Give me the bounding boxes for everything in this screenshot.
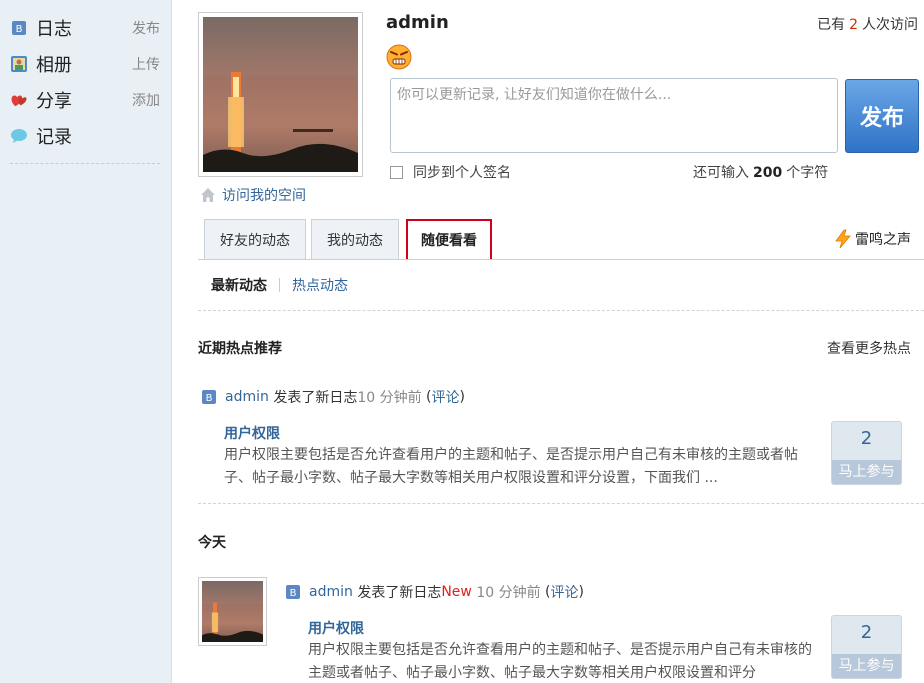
comment-close: ): [459, 389, 465, 405]
feed-title-link[interactable]: 用户权限: [308, 618, 364, 638]
join-button[interactable]: 2 马上参与: [831, 615, 902, 679]
feed-thumbnail[interactable]: [198, 577, 267, 646]
feed-user-link[interactable]: admin: [225, 389, 269, 405]
sidebar-item-album[interactable]: 相册 上传: [10, 51, 160, 77]
upload-photo-link[interactable]: 上传: [132, 54, 160, 74]
feed-time: 10 分钟前: [357, 390, 422, 406]
home-icon: [201, 188, 215, 202]
sidebar-item-label: 记录: [36, 127, 72, 148]
sidebar-item-label: 分享: [36, 91, 72, 112]
feed-time: 10 分钟前: [476, 585, 541, 601]
visit-space-link[interactable]: 访问我的空间: [200, 185, 306, 205]
angry-face-icon[interactable]: [386, 44, 412, 70]
feed-body: 用户权限主要包括是否允许查看用户的主题和帖子、是否提示用户自己有未审核的主题或者…: [308, 642, 812, 681]
sidebar-item-blog[interactable]: B 日志 发布: [10, 15, 160, 41]
remain-count: 200: [753, 165, 783, 181]
subtab-hot[interactable]: 热点动态: [292, 275, 348, 295]
hot-section-title: 近期热点推荐: [198, 341, 282, 357]
speech-bubble-icon: [10, 127, 28, 145]
section-divider: [198, 310, 924, 311]
feed-title-link[interactable]: 用户权限: [224, 423, 280, 443]
tab-friends-feed[interactable]: 好友的动态: [204, 219, 306, 260]
comment-link[interactable]: 评论: [551, 582, 579, 602]
join-count: 2: [860, 428, 873, 449]
feed-action: 发表了新日志: [357, 585, 442, 601]
sidebar-item-record[interactable]: 记录: [10, 123, 160, 149]
join-label: 马上参与: [832, 654, 901, 678]
section-divider: [198, 503, 924, 504]
sidebar-item-share[interactable]: 分享 添加: [10, 87, 160, 113]
feed-item-header: B admin 发表了新日志 10 分钟前 (评论): [201, 387, 465, 407]
thunder-label: 雷鸣之声: [855, 232, 911, 248]
visits-prefix: 已有: [817, 17, 846, 33]
status-placeholder: 你可以更新记录, 让好友们知道你在做什么...: [397, 87, 672, 103]
status-input[interactable]: 你可以更新记录, 让好友们知道你在做什么...: [390, 78, 838, 153]
subtab-bar: 最新动态 热点动态: [211, 275, 348, 295]
today-section-title: 今天: [198, 535, 226, 551]
sync-label: 同步到个人签名: [413, 165, 511, 181]
comment-close: ): [578, 584, 584, 600]
blog-icon: B: [286, 585, 300, 599]
sidebar-divider: [10, 163, 160, 164]
thumbnail-image: [202, 581, 263, 642]
join-count: 2: [860, 622, 873, 643]
remain-prefix: 还可输入: [693, 165, 749, 181]
feed-item-header: B admin 发表了新日志 New 10 分钟前 (评论): [285, 582, 584, 602]
remain-suffix: 个字符: [786, 165, 829, 181]
svg-text:B: B: [206, 393, 213, 404]
avatar[interactable]: [198, 12, 363, 177]
share-icon: [10, 91, 28, 109]
tab-my-feed[interactable]: 我的动态: [311, 219, 399, 260]
sidebar-item-label: 日志: [36, 19, 72, 40]
visit-space-label: 访问我的空间: [222, 188, 306, 204]
publish-blog-link[interactable]: 发布: [132, 18, 160, 38]
album-icon: [10, 55, 28, 73]
join-button[interactable]: 2 马上参与: [831, 421, 902, 485]
avatar-image: [203, 17, 358, 172]
thunder-voice-link[interactable]: 雷鸣之声: [833, 229, 911, 249]
svg-text:B: B: [16, 24, 23, 35]
visit-counter: 已有 2 人次访问: [817, 14, 918, 34]
subtab-latest[interactable]: 最新动态: [211, 275, 267, 295]
more-hot-link[interactable]: 查看更多热点: [827, 338, 911, 358]
feed-action: 发表了新日志: [273, 390, 358, 406]
blog-icon: B: [10, 19, 28, 37]
subtab-separator: [279, 278, 280, 292]
sidebar-item-label: 相册: [36, 55, 72, 76]
comment-link[interactable]: 评论: [432, 387, 460, 407]
add-share-link[interactable]: 添加: [132, 90, 160, 110]
publish-button[interactable]: 发布: [845, 79, 919, 153]
tabs-divider: [198, 259, 924, 260]
feed-user-link[interactable]: admin: [309, 584, 353, 600]
new-badge: New: [441, 584, 472, 600]
svg-text:B: B: [290, 588, 297, 599]
tab-random-browse[interactable]: 随便看看: [406, 219, 492, 259]
join-label: 马上参与: [832, 460, 901, 484]
char-remaining: 还可输入 200 个字符: [693, 162, 828, 182]
blog-icon: B: [202, 390, 216, 404]
sync-signature-option[interactable]: 同步到个人签名: [390, 162, 511, 182]
sync-checkbox[interactable]: [390, 165, 403, 179]
lightning-icon: [835, 229, 851, 249]
visits-suffix: 人次访问: [862, 17, 918, 33]
feed-body: 用户权限主要包括是否允许查看用户的主题和帖子、是否提示用户自己有未审核的主题或者…: [224, 447, 798, 486]
username: admin: [386, 12, 449, 33]
visits-count: 2: [849, 17, 858, 33]
sidebar: B 日志 发布 相册 上传 分享 添加 记录: [0, 0, 172, 683]
